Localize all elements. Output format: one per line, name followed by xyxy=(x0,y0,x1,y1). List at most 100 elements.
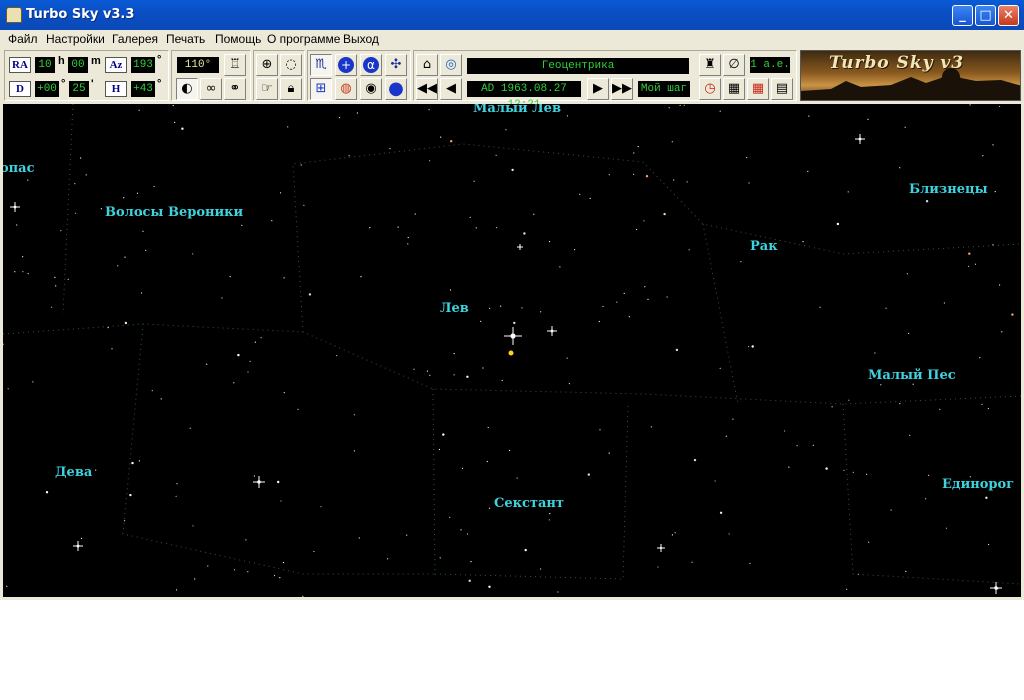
minimize-button[interactable]: _ xyxy=(952,5,973,26)
stars-button[interactable]: + xyxy=(335,54,357,76)
naked-eye-button[interactable]: ◐ xyxy=(176,78,198,100)
zodiac-button[interactable]: ♏ xyxy=(310,54,332,76)
app-icon[interactable] xyxy=(6,7,22,23)
red-calendar-button[interactable]: ▦ xyxy=(747,78,769,100)
h-field[interactable]: +43 xyxy=(131,81,155,97)
star xyxy=(559,266,561,268)
star-field[interactable] xyxy=(3,104,1021,597)
maximize-button[interactable]: □ xyxy=(975,5,996,26)
star xyxy=(836,222,840,226)
fast-rewind-button[interactable]: ◀◀ xyxy=(416,78,438,100)
star xyxy=(153,185,155,188)
datetime-field[interactable]: AD 1963.08.27 12:21 xyxy=(467,81,581,111)
star xyxy=(131,461,134,465)
star xyxy=(852,471,854,473)
star xyxy=(280,500,282,502)
constellation-boundary xyxy=(432,388,629,580)
earth-button[interactable]: ◎ xyxy=(440,54,462,76)
home-button[interactable]: ⌂ xyxy=(416,54,438,76)
fast-forward-button[interactable]: ▶▶ xyxy=(611,78,633,100)
star xyxy=(245,539,247,541)
star xyxy=(939,408,941,410)
menu-print[interactable]: Печать xyxy=(166,32,205,46)
bright-star xyxy=(855,134,865,144)
star xyxy=(16,224,18,226)
star xyxy=(181,127,184,130)
target-button[interactable]: ◉ xyxy=(360,78,382,100)
close-button[interactable]: ✕ xyxy=(998,5,1019,26)
star xyxy=(746,156,748,159)
step-back-button[interactable]: ◀ xyxy=(440,78,462,100)
star xyxy=(988,543,990,546)
telescope-button[interactable]: ♖ xyxy=(224,54,246,76)
star xyxy=(123,197,125,199)
dotted-circle-icon: ◌ xyxy=(285,57,297,72)
binoculars-button[interactable]: ⚭ xyxy=(224,78,246,100)
constellation-figures-button[interactable]: ✣ xyxy=(385,54,407,76)
menu-exit[interactable]: Выход xyxy=(343,32,379,46)
star xyxy=(974,263,977,265)
bright-star xyxy=(10,202,20,212)
az-label: Az xyxy=(105,57,127,73)
crosshair-button[interactable]: ⊕ xyxy=(256,54,278,76)
star xyxy=(176,483,178,485)
constellation-boundary xyxy=(702,223,739,405)
star xyxy=(233,569,236,571)
calendar-button[interactable]: ▦ xyxy=(723,78,745,100)
star xyxy=(487,426,489,429)
star xyxy=(302,595,304,597)
circle-dots-button[interactable]: ◌ xyxy=(280,54,302,76)
star xyxy=(732,418,734,420)
star xyxy=(644,286,646,288)
star xyxy=(428,109,430,111)
star xyxy=(540,311,542,313)
sky-map[interactable]: Малый Лев опас Волосы Вероники Близнецы … xyxy=(3,104,1021,597)
menu-gallery[interactable]: Галерея xyxy=(112,32,158,46)
constellation-label-leo-minor: Малый Лев xyxy=(473,104,561,116)
ra-m-unit: m xyxy=(91,55,101,67)
menu-file[interactable]: Файл xyxy=(8,32,38,46)
star xyxy=(904,126,906,128)
observatory-button[interactable]: ♜ xyxy=(699,54,721,76)
star xyxy=(254,341,256,343)
orbit-button[interactable]: ∅ xyxy=(723,54,745,76)
star xyxy=(981,403,983,405)
glasses-button[interactable]: ∞ xyxy=(200,78,222,100)
menu-help[interactable]: Помощь xyxy=(215,32,261,46)
star xyxy=(14,271,16,273)
star xyxy=(453,353,455,355)
star-names-button[interactable]: α xyxy=(360,54,382,76)
title-bar[interactable]: Turbo Sky v3.3 _ □ ✕ xyxy=(0,0,1024,30)
star xyxy=(54,276,56,278)
fov-field[interactable]: 110° xyxy=(177,57,219,73)
star xyxy=(320,506,322,508)
step-forward-button[interactable]: ▶ xyxy=(587,78,609,100)
star xyxy=(608,452,610,454)
my-step-field[interactable]: Мой шаг xyxy=(638,81,690,97)
ra-minutes-field[interactable]: 00 xyxy=(68,57,88,73)
az-field[interactable]: 193 xyxy=(131,57,155,73)
star xyxy=(719,367,721,369)
clipboard-button[interactable]: ▤ xyxy=(771,78,793,100)
star xyxy=(808,115,810,117)
planet-button[interactable]: ● xyxy=(385,78,407,100)
ra-hours-field[interactable]: 10 xyxy=(35,57,55,73)
star xyxy=(80,537,83,539)
star xyxy=(207,565,209,567)
dec-degrees-field[interactable]: +00 xyxy=(35,81,59,97)
star xyxy=(300,164,302,166)
star xyxy=(802,241,804,243)
horizon-button[interactable]: ◍ xyxy=(335,78,357,100)
star xyxy=(111,348,113,350)
lock-button[interactable]: 🔒︎ xyxy=(280,78,302,100)
menu-about[interactable]: О программе xyxy=(267,32,340,46)
star xyxy=(568,383,571,385)
distance-field[interactable]: 1 а.е. xyxy=(750,57,790,73)
star xyxy=(407,243,409,245)
menu-settings[interactable]: Настройки xyxy=(46,32,105,46)
coordinate-grid-button[interactable]: ⊞ xyxy=(310,78,332,100)
star xyxy=(843,469,845,471)
clock-button[interactable]: ◷ xyxy=(699,78,721,100)
hand-button[interactable]: ☞ xyxy=(256,78,278,100)
dec-minutes-field[interactable]: 25 xyxy=(69,81,89,97)
